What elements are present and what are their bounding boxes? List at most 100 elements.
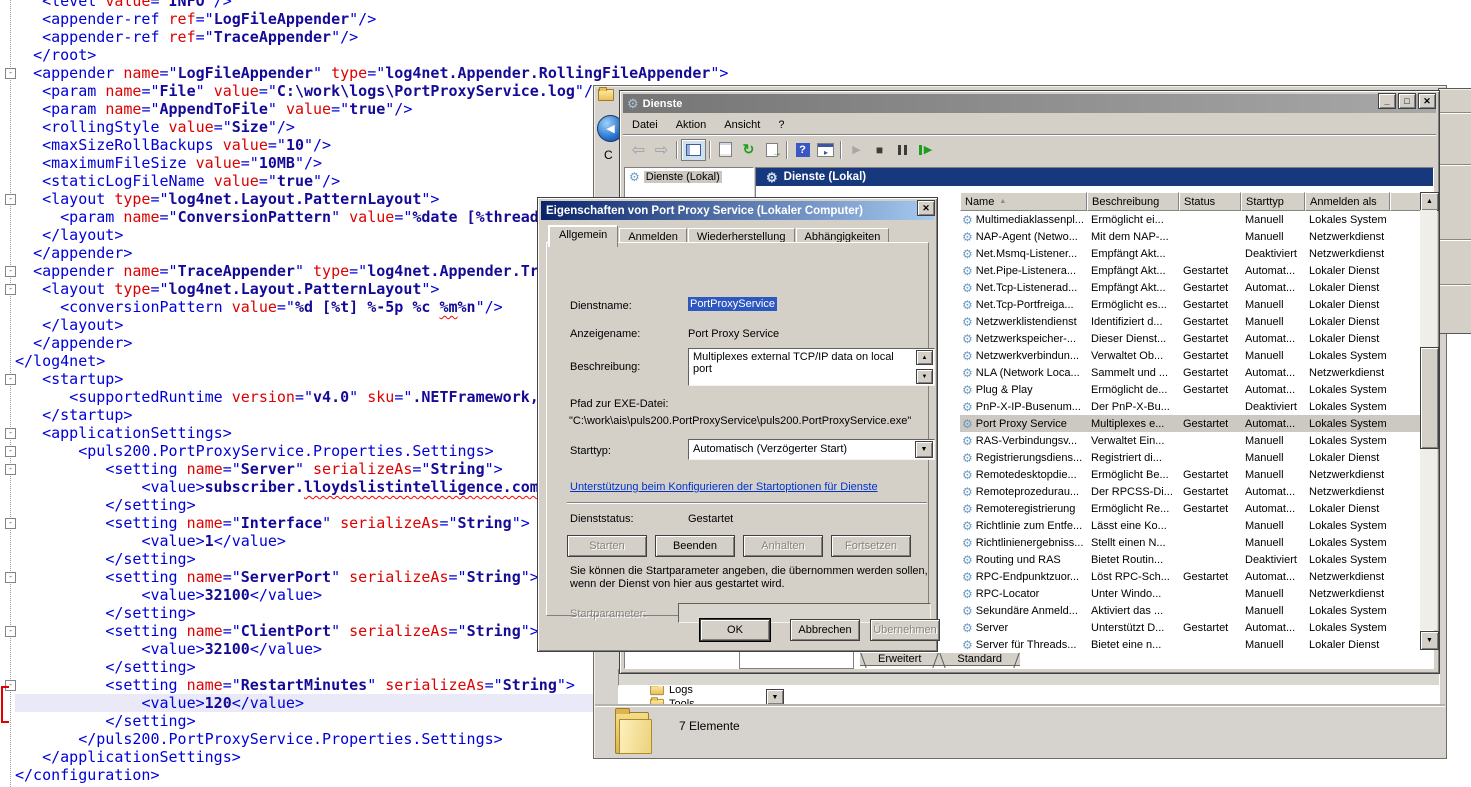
view-tab-erweitert[interactable]: Erweitert [860,653,939,666]
table-row[interactable]: ⚙Richtlinienergebniss...Stellt einen N..… [960,534,1420,551]
description-scrollbar[interactable]: ▲ ▼ [918,350,933,384]
ok-button[interactable]: OK [700,619,770,641]
menu-item-aktion[interactable]: Aktion [667,117,716,133]
table-row[interactable]: ⚙Net.Tcp-Portfreiga...Ermöglicht es...Ge… [960,296,1420,313]
desc-scroll-down-icon[interactable]: ▼ [916,369,933,384]
tree-item-services-local[interactable]: ⚙ Dienste (Lokal) [625,168,753,185]
menu-item-?[interactable]: ? [769,117,793,133]
services-window-titlebar[interactable]: ⚙ Dienste [623,94,1436,113]
fold-toggle-icon[interactable]: - [5,626,16,637]
column-header-anmeldenals[interactable]: Anmelden als [1305,192,1390,211]
show-console-tree-icon[interactable] [681,139,706,161]
pause-service-icon[interactable] [891,140,914,160]
table-row[interactable]: ⚙RemoteregistrierungErmöglicht Re...Gest… [960,500,1420,517]
startup-options-help-link[interactable]: Unterstützung beim Konfigurieren der Sta… [570,481,878,493]
column-header-name[interactable]: Name▲ [960,192,1087,211]
extended-view-icon[interactable] [814,140,837,160]
chevron-down-icon[interactable]: ▼ [915,441,933,458]
beenden-button[interactable]: Beenden [655,535,735,557]
service-name-value[interactable]: PortProxyService [688,298,777,310]
table-row[interactable]: ⚙RAS-Verbindungsv...Verwaltet Ein...Manu… [960,432,1420,449]
column-header-starttyp[interactable]: Starttyp [1241,192,1305,211]
service-status: Gestartet [1179,333,1241,345]
fold-toggle-icon[interactable]: - [5,464,16,475]
service-logon-as: Lokales System [1305,435,1390,447]
restart-service-icon[interactable] [914,140,937,160]
list-item[interactable]: Tools [649,697,695,706]
folder-name: Tools [669,698,695,707]
fold-toggle-icon[interactable]: - [5,572,16,583]
column-header-beschreibung[interactable]: Beschreibung [1087,192,1179,211]
table-row[interactable]: ⚙Richtlinie zum Entfe...Lässt eine Ko...… [960,517,1420,534]
service-description: Dieser Dienst... [1087,333,1179,345]
fold-toggle-icon[interactable]: - [5,194,16,205]
table-row[interactable]: ⚙NetzwerklistendienstIdentifiziert d...G… [960,313,1420,330]
table-row[interactable]: ⚙Remotedesktopdie...Ermöglicht Be...Gest… [960,466,1420,483]
table-row[interactable]: ⚙Routing und RASBietet Routin...Deaktivi… [960,551,1420,568]
fold-toggle-icon[interactable]: - [5,518,16,529]
toolbar [623,136,1436,163]
table-row[interactable]: ⚙Netzwerkspeicher-...Dieser Dienst...Ges… [960,330,1420,347]
fold-toggle-icon[interactable]: - [5,68,16,79]
table-row[interactable]: ⚙Multimediaklassenpl...Ermöglicht ei...M… [960,211,1420,228]
service-gear-icon: ⚙ [962,639,973,651]
service-status: Gestartet [1179,316,1241,328]
abbrechen-button[interactable]: Abbrechen [790,619,860,641]
dropdown-button[interactable]: ▼ [766,689,784,705]
table-row[interactable]: ⚙ServerUnterstützt D...GestartetAutomat.… [960,619,1420,636]
fold-toggle-icon[interactable]: - [5,284,16,295]
description-field[interactable]: Multiplexes external TCP/IP data on loca… [688,348,935,386]
fold-toggle-icon[interactable]: - [5,266,16,277]
column-header-status[interactable]: Status [1179,192,1241,211]
fold-toggle-icon[interactable]: - [5,374,16,385]
dialog-titlebar[interactable]: Eigenschaften von Port Proxy Service (Lo… [541,201,934,220]
table-row[interactable]: ⚙Netzwerkverbindun...Verwaltet Ob...Gest… [960,347,1420,364]
fold-toggle-icon[interactable]: - [5,446,16,457]
exe-path-value: "C:\work\ais\puls200.PortProxyService\pu… [569,415,924,427]
explorer-file-list: Logs Tools ▼ [618,686,1440,706]
table-row[interactable]: ⚙Remoteprozedurau...Der RPCSS-Di...Gesta… [960,483,1420,500]
help-icon[interactable] [791,140,814,160]
forward-icon [650,140,673,160]
table-row[interactable]: ⚙NAP-Agent (Netwo...Mit dem NAP-...Manue… [960,228,1420,245]
properties-icon[interactable] [714,140,737,160]
list-item[interactable]: Logs [649,686,693,696]
table-row[interactable]: ⚙Registrierungsdiens...Registriert di...… [960,449,1420,466]
scroll-up-button[interactable]: ▲ [1420,192,1439,211]
table-row[interactable]: ⚙Sekundäre Anmeld...Aktiviert das ...Man… [960,602,1420,619]
refresh-icon[interactable] [737,140,760,160]
table-row[interactable]: ⚙RPC-LocatorUnter Windo...ManuellNetzwer… [960,585,1420,602]
stop-service-icon[interactable] [868,140,891,160]
close-icon[interactable]: ✕ [1418,93,1436,109]
service-name: Net.Tcp-Listenerad... [976,282,1078,294]
service-name: RPC-Locator [976,588,1040,600]
table-row[interactable]: ⚙NLA (Network Loca...Sammelt und ...Gest… [960,364,1420,381]
service-name: Net.Pipe-Listenera... [976,265,1076,277]
fold-toggle-icon[interactable]: - [5,428,16,439]
table-row[interactable]: ⚙Net.Pipe-Listenera...Empfängt Akt...Ges… [960,262,1420,279]
menu-item-ansicht[interactable]: Ansicht [715,117,769,133]
start-type-select[interactable]: Automatisch (Verzögerter Start) ▼ [688,439,935,460]
tab-allgemein[interactable]: Allgemein [548,225,618,247]
start-params-label: Startparameter: [570,608,646,620]
table-row[interactable]: ⚙Plug & PlayErmöglicht de...GestartetAut… [960,381,1420,398]
minimize-icon[interactable]: _ [1378,93,1396,109]
vertical-scrollbar[interactable]: ▲ ▼ [1420,192,1437,648]
close-icon[interactable]: ✕ [917,200,935,216]
service-name: RAS-Verbindungsv... [976,435,1077,447]
table-row[interactable]: ⚙PnP-X-IP-Busenum...Der PnP-X-Bu...Deakt… [960,398,1420,415]
table-row[interactable]: ⚙Server für Threads...Bietet eine n...Ma… [960,636,1420,653]
desc-scroll-up-icon[interactable]: ▲ [916,350,933,365]
scrollbar-thumb[interactable] [1420,347,1439,449]
view-tab-standard[interactable]: Standard [939,653,1020,666]
table-row[interactable]: ⚙Net.Tcp-Listenerad...Empfängt Akt...Ges… [960,279,1420,296]
open-folder-icon [615,712,649,754]
menu-item-datei[interactable]: Datei [623,117,667,133]
export-list-icon[interactable] [760,140,783,160]
table-row[interactable]: ⚙Port Proxy ServiceMultiplexes e...Gesta… [960,415,1420,432]
maximize-icon[interactable]: □ [1398,93,1416,109]
service-starttype: Manuell [1241,452,1305,464]
table-row[interactable]: ⚙Net.Msmq-Listener...Empfängt Akt...Deak… [960,245,1420,262]
scroll-down-button[interactable]: ▼ [1420,631,1439,650]
table-row[interactable]: ⚙RPC-Endpunktzuor...Löst RPC-Sch...Gesta… [960,568,1420,585]
